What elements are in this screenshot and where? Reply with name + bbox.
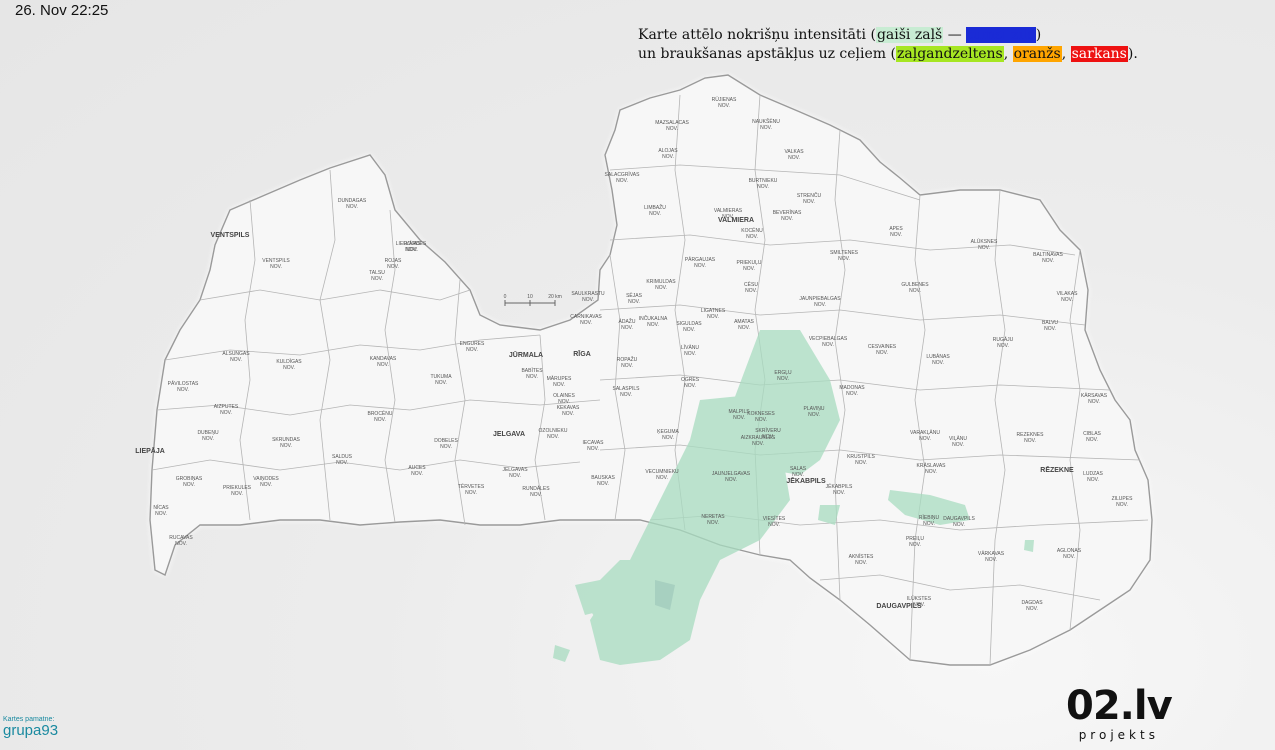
city-label: JELGAVA bbox=[493, 431, 525, 438]
city-label: JŪRMALA bbox=[509, 351, 543, 359]
precipitation-area bbox=[740, 515, 760, 535]
latvia-map-svg[interactable]: VENTSPILSLIEPĀJAJŪRMALA RĪGAJELGAVAVALMIE… bbox=[0, 0, 1275, 750]
scale-label-20: 20 km bbox=[548, 294, 562, 300]
municipality-label: APES NOV. bbox=[889, 226, 903, 238]
city-label: RĪGA bbox=[573, 350, 591, 358]
map-credit[interactable]: Kartes pamatne: grupa93 bbox=[3, 716, 58, 739]
credit-link[interactable]: grupa93 bbox=[3, 722, 58, 739]
city-label: JĒKABPILS bbox=[786, 477, 826, 485]
map-scale-bar: 0 10 20 km bbox=[504, 294, 562, 306]
scale-label-10: 10 bbox=[527, 294, 533, 300]
site-logo[interactable]: 02.lv projekts bbox=[1066, 683, 1173, 742]
precipitation-area bbox=[553, 645, 570, 662]
precipitation-area bbox=[1024, 540, 1034, 552]
scale-label-0: 0 bbox=[504, 294, 507, 300]
city-label: RĒZEKNE bbox=[1040, 466, 1074, 474]
city-label: VENTSPILS bbox=[211, 232, 250, 239]
logo-sub: projekts bbox=[1078, 728, 1159, 742]
municipality-label: TALSU NOV. bbox=[369, 270, 385, 282]
logo-main: 02.lv bbox=[1066, 683, 1173, 729]
latvia-map[interactable]: VENTSPILS LIEPĀJA JŪRMALA RĪGA JELGAVA VALMIE… bbox=[0, 0, 1275, 750]
municipality-label: CĒSU NOV. bbox=[744, 281, 758, 294]
precipitation-area bbox=[575, 580, 605, 615]
city-label: LIEPĀJA bbox=[135, 447, 165, 455]
